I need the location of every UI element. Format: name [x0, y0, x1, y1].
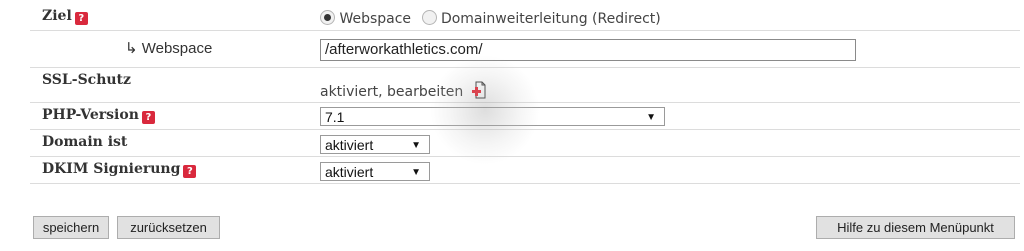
settings-table: Ziel? Webspace Domainweiterleitung (Redi… — [30, 4, 1020, 184]
help-icon[interactable]: ? — [183, 165, 197, 178]
save-button[interactable]: speichern — [33, 216, 109, 239]
radio-redirect[interactable] — [421, 10, 437, 25]
help-icon[interactable]: ? — [74, 12, 88, 25]
reset-button[interactable]: zurücksetzen — [117, 216, 220, 239]
row-domain: Domain ist aktiviert ▼ — [30, 130, 1020, 157]
row-dkim: DKIM Signierung? aktiviert ▼ — [30, 157, 1020, 184]
row-ssl: SSL-Schutz aktiviert, bearbeiten — [30, 68, 1020, 103]
ziel-label: Ziel — [42, 8, 72, 24]
ssl-status-link[interactable]: aktiviert, bearbeiten — [320, 84, 463, 100]
radio-redirect-label[interactable]: Domainweiterleitung (Redirect) — [441, 11, 661, 27]
add-document-icon[interactable] — [471, 81, 486, 99]
ziel-options: Webspace Domainweiterleitung (Redirect) — [320, 10, 661, 27]
row-ziel: Ziel? Webspace Domainweiterleitung (Redi… — [30, 4, 1020, 31]
webspace-input[interactable]: /afterworkathletics.com/ — [320, 39, 856, 61]
chevron-down-icon: ▼ — [646, 112, 656, 123]
webspace-label: ↳ Webspace — [125, 40, 213, 57]
radio-webspace[interactable] — [320, 10, 335, 25]
php-version-select[interactable]: 7.1 ▼ — [320, 107, 665, 126]
dkim-status-value: aktiviert — [325, 164, 374, 180]
php-label: PHP-Version — [42, 107, 139, 123]
row-php: PHP-Version? 7.1 ▼ — [30, 103, 1020, 130]
chevron-down-icon: ▼ — [411, 167, 421, 178]
ssl-label: SSL-Schutz — [42, 72, 131, 88]
chevron-down-icon: ▼ — [411, 140, 421, 151]
domain-label: Domain ist — [42, 134, 128, 150]
dkim-status-select[interactable]: aktiviert ▼ — [320, 162, 430, 181]
help-button[interactable]: Hilfe zu diesem Menüpunkt — [816, 216, 1015, 239]
domain-status-value: aktiviert — [325, 137, 374, 153]
dkim-label: DKIM Signierung — [42, 161, 181, 177]
radio-webspace-label[interactable]: Webspace — [339, 11, 411, 27]
domain-status-select[interactable]: aktiviert ▼ — [320, 135, 430, 154]
php-version-value: 7.1 — [325, 109, 345, 125]
help-icon[interactable]: ? — [141, 111, 155, 124]
row-webspace: ↳ Webspace /afterworkathletics.com/ — [30, 31, 1020, 68]
